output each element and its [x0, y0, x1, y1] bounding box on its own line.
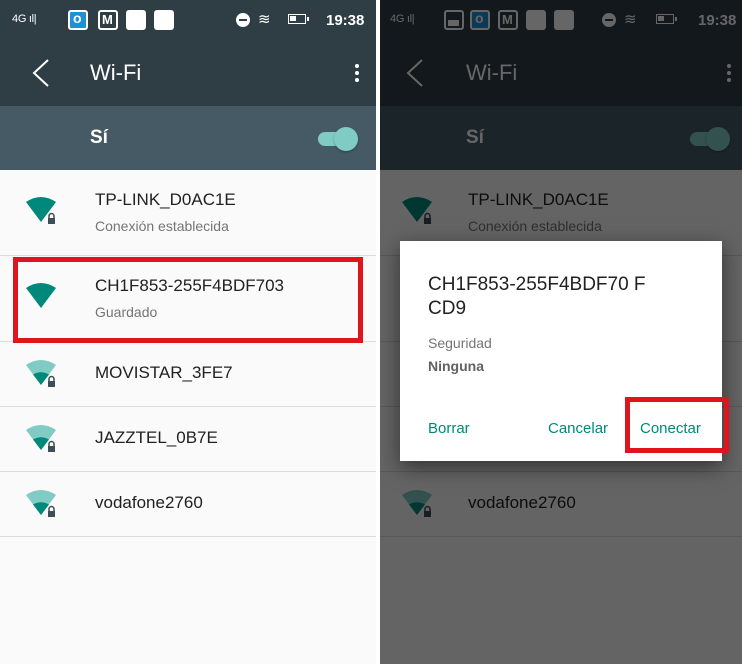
wifi-settings-screen: 4G ıl| ≋ 19:38 Wi-Fi Sí TP-LINK_D0AC1E [0, 0, 376, 664]
network-item[interactable]: JAZZTEL_0B7E [0, 407, 376, 472]
network-item[interactable]: TP-LINK_D0AC1E Conexión establecida [0, 170, 376, 256]
signal-indicator: 4G ıl| [12, 13, 37, 25]
network-item[interactable]: CH1F853-255F4BDF703 Guardado [0, 256, 376, 342]
battery-icon [288, 14, 309, 24]
network-name: CH1F853-255F4BDF703 [95, 276, 284, 295]
network-name: TP-LINK_D0AC1E [95, 190, 236, 209]
wifi-connect-dialog-screen: 4G ıl| ≋ 19:38 Wi-Fi Sí TP-LINK_D0AC1 [380, 0, 742, 664]
security-label: Seguridad [428, 335, 492, 351]
connect-dialog: CH1F853-255F4BDF70 FCD9 Seguridad Ningun… [400, 241, 722, 461]
do-not-disturb-icon [236, 13, 250, 27]
page-title: Wi-Fi [90, 60, 142, 85]
wifi-signal-icon [26, 283, 56, 308]
wifi-signal-lock-icon [26, 197, 56, 224]
notification-icon [126, 10, 146, 30]
network-name: MOVISTAR_3FE7 [95, 363, 233, 382]
notification-icon [154, 10, 174, 30]
network-name: JAZZTEL_0B7E [95, 428, 218, 447]
dialog-title: CH1F853-255F4BDF70 FCD9 [428, 274, 646, 319]
network-item[interactable]: MOVISTAR_3FE7 [0, 342, 376, 407]
network-item[interactable]: vodafone2760 [0, 472, 376, 537]
outlook-icon [68, 10, 88, 30]
network-type-text: 4G [12, 13, 27, 25]
wifi-signal-lock-icon [26, 490, 56, 517]
forget-button[interactable]: Borrar [428, 420, 470, 437]
status-bar: 4G ıl| ≋ 19:38 [0, 0, 376, 40]
app-toolbar: Wi-Fi [0, 40, 376, 106]
wifi-network-list: TP-LINK_D0AC1E Conexión establecida CH1F… [0, 170, 376, 537]
mail-icon [98, 10, 118, 30]
more-vertical-icon[interactable] [354, 64, 360, 84]
chevron-left-icon[interactable] [26, 56, 60, 90]
wifi-toggle[interactable] [316, 126, 358, 151]
network-status: Conexión establecida [95, 218, 229, 234]
security-value: Ninguna [428, 358, 484, 374]
wifi-status-icon: ≋ [258, 11, 271, 28]
network-status: Guardado [95, 304, 158, 320]
clock: 19:38 [326, 12, 365, 29]
wifi-signal-lock-icon [26, 425, 56, 452]
wifi-switch-label: Sí [90, 127, 108, 148]
connect-button[interactable]: Conectar [640, 420, 701, 437]
wifi-master-switch-bar[interactable]: Sí [0, 106, 376, 170]
cancel-button[interactable]: Cancelar [548, 420, 608, 437]
network-name: vodafone2760 [95, 493, 203, 512]
wifi-signal-lock-icon [26, 360, 56, 387]
